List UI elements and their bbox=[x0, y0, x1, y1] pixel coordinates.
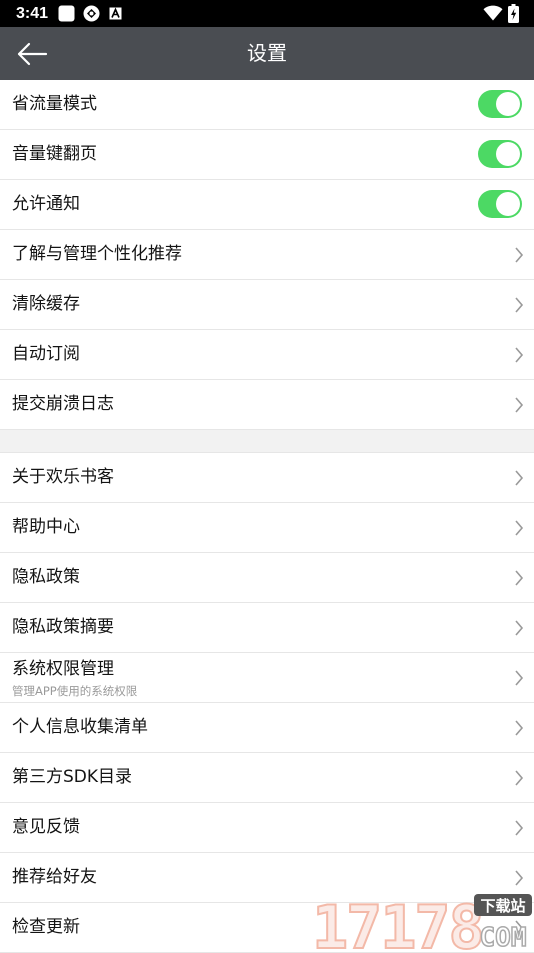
setting-label: 关于欢乐书客 bbox=[12, 467, 114, 487]
section-divider bbox=[0, 430, 534, 453]
status-time: 3:41 bbox=[16, 5, 49, 22]
setting-label: 隐私政策摘要 bbox=[12, 617, 114, 637]
notification-square-icon bbox=[58, 5, 75, 22]
setting-allow-notifications[interactable]: 允许通知 bbox=[0, 180, 534, 230]
setting-label: 音量键翻页 bbox=[12, 144, 97, 164]
setting-label: 自动订阅 bbox=[12, 344, 80, 364]
chevron-right-icon bbox=[515, 297, 524, 313]
setting-volume-key-page-turn[interactable]: 音量键翻页 bbox=[0, 130, 534, 180]
toggle-knob bbox=[496, 192, 520, 216]
setting-label: 省流量模式 bbox=[12, 94, 97, 114]
setting-label: 了解与管理个性化推荐 bbox=[12, 244, 182, 264]
setting-privacy-summary[interactable]: 隐私政策摘要 bbox=[0, 603, 534, 653]
setting-label: 检查更新 bbox=[12, 917, 80, 937]
setting-recommend-to-friends[interactable]: 推荐给好友 bbox=[0, 853, 534, 903]
chevron-right-icon bbox=[515, 570, 524, 586]
setting-label: 清除缓存 bbox=[12, 294, 80, 314]
chevron-right-icon bbox=[515, 870, 524, 886]
toggle-knob bbox=[496, 92, 520, 116]
setting-auto-subscribe[interactable]: 自动订阅 bbox=[0, 330, 534, 380]
setting-help-center[interactable]: 帮助中心 bbox=[0, 503, 534, 553]
chevron-right-icon bbox=[515, 470, 524, 486]
setting-personalized-recommendation[interactable]: 了解与管理个性化推荐 bbox=[0, 230, 534, 280]
data-saver-toggle[interactable] bbox=[478, 90, 522, 118]
setting-label: 推荐给好友 bbox=[12, 867, 97, 887]
chevron-right-icon bbox=[515, 920, 524, 936]
setting-submit-crash-log[interactable]: 提交崩溃日志 bbox=[0, 380, 534, 430]
setting-label: 第三方SDK目录 bbox=[12, 767, 133, 787]
chevron-right-icon bbox=[515, 520, 524, 536]
chevron-right-icon bbox=[515, 720, 524, 736]
setting-system-permissions[interactable]: 系统权限管理 管理APP使用的系统权限 bbox=[0, 653, 534, 703]
setting-label: 意见反馈 bbox=[12, 817, 80, 837]
setting-privacy-policy[interactable]: 隐私政策 bbox=[0, 553, 534, 603]
settings-list: 省流量模式 音量键翻页 允许通知 了解与管理个性化推荐 清除缓存 自动订阅 提交… bbox=[0, 80, 534, 953]
setting-label: 提交崩溃日志 bbox=[12, 394, 114, 414]
volume-key-toggle[interactable] bbox=[478, 140, 522, 168]
chevron-right-icon bbox=[515, 397, 524, 413]
toggle-knob bbox=[496, 142, 520, 166]
status-bar: 3:41 bbox=[0, 0, 534, 27]
chevron-right-icon bbox=[515, 820, 524, 836]
battery-charging-icon bbox=[508, 4, 519, 23]
chevron-right-icon bbox=[515, 770, 524, 786]
setting-data-saver[interactable]: 省流量模式 bbox=[0, 80, 534, 130]
setting-label: 隐私政策 bbox=[12, 567, 80, 587]
chevron-right-icon bbox=[515, 347, 524, 363]
setting-label: 个人信息收集清单 bbox=[12, 717, 148, 737]
setting-label: 允许通知 bbox=[12, 194, 80, 214]
wifi-icon bbox=[483, 5, 503, 21]
notification-a-icon bbox=[109, 7, 122, 20]
setting-label: 帮助中心 bbox=[12, 517, 80, 537]
page-title: 设置 bbox=[247, 41, 287, 65]
chevron-right-icon bbox=[515, 247, 524, 263]
setting-third-party-sdk[interactable]: 第三方SDK目录 bbox=[0, 753, 534, 803]
toolbar: 设置 bbox=[0, 27, 534, 80]
chevron-right-icon bbox=[515, 620, 524, 636]
setting-label: 系统权限管理 bbox=[12, 659, 114, 679]
chevron-right-icon bbox=[515, 670, 524, 686]
notification-app-icon bbox=[83, 5, 100, 22]
setting-personal-info-list[interactable]: 个人信息收集清单 bbox=[0, 703, 534, 753]
setting-feedback[interactable]: 意见反馈 bbox=[0, 803, 534, 853]
setting-clear-cache[interactable]: 清除缓存 bbox=[0, 280, 534, 330]
setting-about[interactable]: 关于欢乐书客 bbox=[0, 453, 534, 503]
notifications-toggle[interactable] bbox=[478, 190, 522, 218]
setting-sublabel: 管理APP使用的系统权限 bbox=[12, 684, 138, 698]
setting-check-update[interactable]: 检查更新 bbox=[0, 903, 534, 953]
